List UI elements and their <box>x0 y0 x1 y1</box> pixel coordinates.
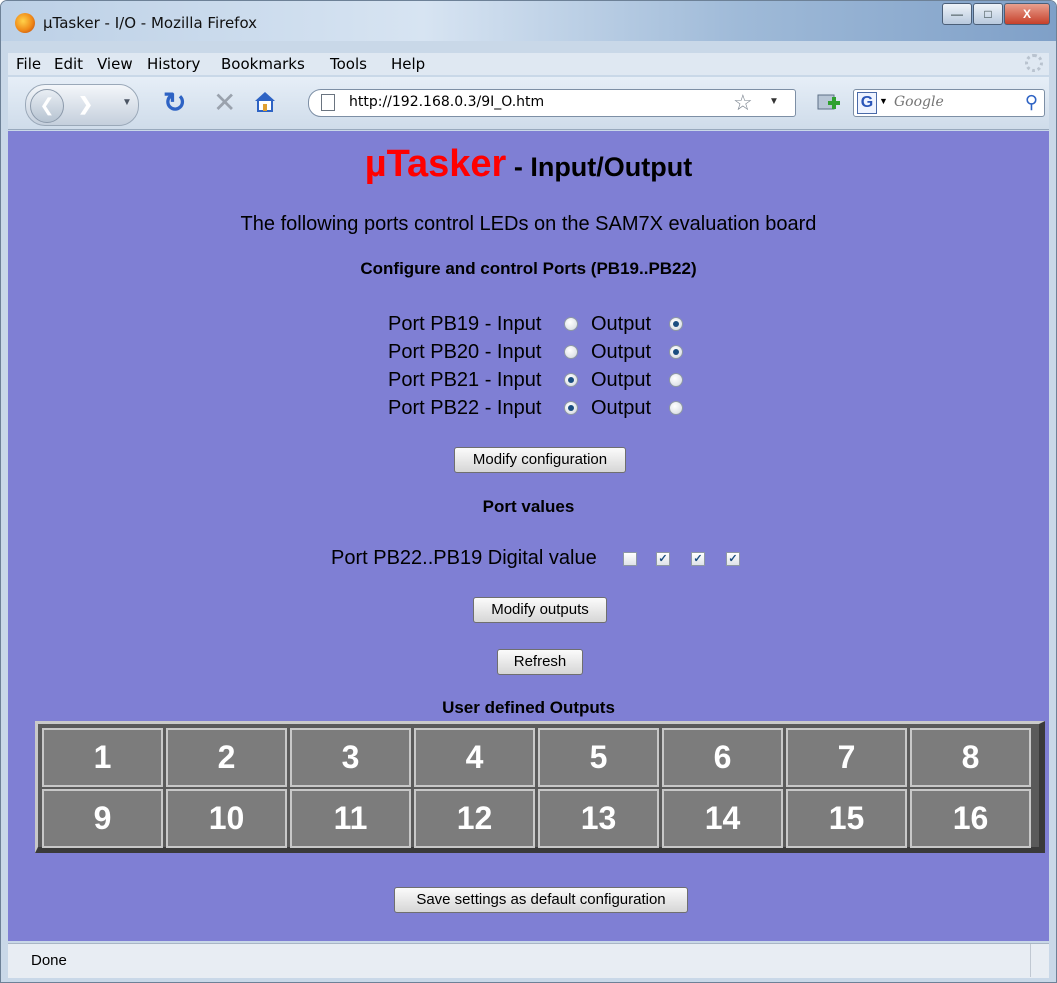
maximize-button[interactable]: □ <box>973 3 1003 25</box>
window-controls: — □ X <box>941 3 1050 25</box>
intro-text: The following ports control LEDs on the … <box>240 213 817 235</box>
output-label: Output <box>591 397 652 419</box>
bookmark-add-icon[interactable] <box>816 91 842 115</box>
title-bar: µTasker - I/O - Mozilla Firefox — □ X <box>1 1 1056 41</box>
user-outputs-table: 1 2 3 4 5 6 7 8 9 10 11 12 13 14 15 16 <box>35 721 1045 853</box>
digital-checkbox-pb22[interactable] <box>623 552 637 566</box>
home-icon[interactable] <box>253 90 277 112</box>
digital-value-row: Port PB22..PB19 Digital value ✓ ✓ ✓ <box>331 547 751 573</box>
engine-dropdown-icon[interactable]: ▼ <box>879 96 888 106</box>
google-engine-icon[interactable]: G <box>857 92 877 114</box>
output-cell-2[interactable]: 2 <box>166 728 287 787</box>
output-radio-pb22[interactable] <box>669 401 683 415</box>
digital-checkbox-pb21[interactable]: ✓ <box>656 552 670 566</box>
output-cell-5[interactable]: 5 <box>538 728 659 787</box>
config-title: Configure and control Ports (PB19..PB22) <box>360 259 697 278</box>
firefox-icon <box>15 13 35 33</box>
port-label: Port PB21 - Input <box>388 369 542 391</box>
output-cell-6[interactable]: 6 <box>662 728 783 787</box>
user-outputs-title: User defined Outputs <box>442 698 615 717</box>
digital-value-label: Port PB22..PB19 Digital value <box>331 547 597 569</box>
output-cell-7[interactable]: 7 <box>786 728 907 787</box>
port-label: Port PB20 - Input <box>388 341 542 363</box>
menu-edit[interactable]: Edit <box>54 55 83 73</box>
bookmark-star-icon[interactable]: ☆ <box>733 90 753 116</box>
menu-history[interactable]: History <box>147 55 200 73</box>
output-label: Output <box>591 341 652 363</box>
output-cell-14[interactable]: 14 <box>662 789 783 848</box>
menu-bar: File Edit View History Bookmarks Tools H… <box>8 53 1049 75</box>
search-bar[interactable]: G ▼ ⚲ <box>853 89 1045 117</box>
throbber-icon <box>1025 54 1043 72</box>
output-label: Output <box>591 369 652 391</box>
digital-checkbox-pb20[interactable]: ✓ <box>691 552 705 566</box>
port-row-pb19: Port PB19 - Input Output <box>388 313 683 339</box>
digital-checkbox-pb19[interactable]: ✓ <box>726 552 740 566</box>
page-content: µTasker - Input/Output The following por… <box>8 131 1049 941</box>
history-dropdown-icon[interactable]: ▼ <box>122 97 132 108</box>
port-values-title: Port values <box>482 497 575 516</box>
port-row-pb20: Port PB20 - Input Output <box>388 341 683 367</box>
menu-help[interactable]: Help <box>391 55 425 73</box>
output-cell-16[interactable]: 16 <box>910 789 1031 848</box>
input-radio-pb19[interactable] <box>564 317 578 331</box>
port-label: Port PB19 - Input <box>388 313 542 335</box>
refresh-button[interactable]: Refresh <box>497 649 583 675</box>
output-cell-12[interactable]: 12 <box>414 789 535 848</box>
input-radio-pb22[interactable] <box>564 401 578 415</box>
output-cell-11[interactable]: 11 <box>290 789 411 848</box>
output-cell-4[interactable]: 4 <box>414 728 535 787</box>
resize-grip-icon[interactable] <box>1030 944 1049 977</box>
port-row-pb21: Port PB21 - Input Output <box>388 369 683 395</box>
window-title: µTasker - I/O - Mozilla Firefox <box>43 14 258 32</box>
output-cell-10[interactable]: 10 <box>166 789 287 848</box>
output-cell-13[interactable]: 13 <box>538 789 659 848</box>
back-forward-group: ❮ ❯ ▼ <box>25 84 139 126</box>
page-heading: - Input/Output <box>506 152 693 182</box>
page-title: µTasker - Input/Output <box>8 143 1049 186</box>
status-text: Done <box>31 952 67 969</box>
input-radio-pb20[interactable] <box>564 345 578 359</box>
output-label: Output <box>591 313 652 335</box>
output-cell-8[interactable]: 8 <box>910 728 1031 787</box>
minimize-button[interactable]: — <box>942 3 972 25</box>
page-icon <box>321 94 335 111</box>
menu-tools[interactable]: Tools <box>330 55 367 73</box>
back-button[interactable]: ❮ <box>30 89 64 123</box>
status-bar: Done <box>8 943 1049 978</box>
url-bar[interactable]: http://192.168.0.3/9I_O.htm ☆ ▼ <box>308 89 796 117</box>
port-label: Port PB22 - Input <box>388 397 542 419</box>
menu-file[interactable]: File <box>16 55 41 73</box>
stop-icon[interactable]: ✕ <box>213 86 236 119</box>
search-input[interactable] <box>892 93 1006 111</box>
output-cell-1[interactable]: 1 <box>42 728 163 787</box>
url-text[interactable]: http://192.168.0.3/9I_O.htm <box>349 94 544 110</box>
brand-name: µTasker <box>364 143 507 185</box>
output-radio-pb21[interactable] <box>669 373 683 387</box>
output-cell-15[interactable]: 15 <box>786 789 907 848</box>
output-cell-3[interactable]: 3 <box>290 728 411 787</box>
menu-bookmarks[interactable]: Bookmarks <box>221 55 305 73</box>
save-default-config-button[interactable]: Save settings as default configuration <box>394 887 688 913</box>
output-radio-pb19[interactable] <box>669 317 683 331</box>
output-radio-pb20[interactable] <box>669 345 683 359</box>
url-dropdown-icon[interactable]: ▼ <box>769 96 779 107</box>
reload-icon[interactable]: ↻ <box>163 86 186 119</box>
output-cell-9[interactable]: 9 <box>42 789 163 848</box>
forward-button[interactable]: ❯ <box>78 94 93 115</box>
navigation-toolbar: ❮ ❯ ▼ ↻ ✕ http://192.168.0.3/9I_O.htm ☆ … <box>8 77 1049 130</box>
close-button[interactable]: X <box>1004 3 1050 25</box>
port-row-pb22: Port PB22 - Input Output <box>388 397 683 423</box>
input-radio-pb21[interactable] <box>564 373 578 387</box>
modify-outputs-button[interactable]: Modify outputs <box>473 597 607 623</box>
menu-view[interactable]: View <box>97 55 133 73</box>
browser-window: µTasker - I/O - Mozilla Firefox — □ X Fi… <box>0 0 1057 983</box>
modify-configuration-button[interactable]: Modify configuration <box>454 447 626 473</box>
search-icon[interactable]: ⚲ <box>1025 92 1038 113</box>
